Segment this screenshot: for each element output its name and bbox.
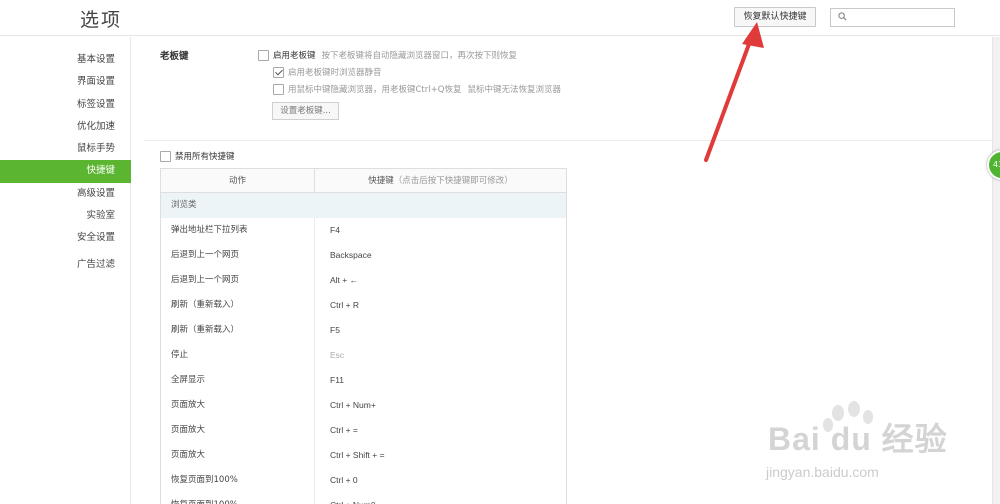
sidebar-item-optimize[interactable]: 优化加速 xyxy=(0,116,131,138)
shortcut-key[interactable]: Backspace xyxy=(315,243,566,268)
shortcut-action: 页面放大 xyxy=(161,418,315,443)
disable-all-shortcuts-checkbox[interactable] xyxy=(160,150,171,162)
sidebar-item-shortcuts[interactable]: 快捷键 xyxy=(0,160,131,183)
search-input[interactable] xyxy=(830,8,955,27)
shortcut-key[interactable]: F4 xyxy=(315,218,566,243)
shortcut-action: 恢复页面到100% xyxy=(161,468,315,493)
shortcut-key[interactable]: Ctrl + R xyxy=(315,293,566,318)
sidebar-item-mouse-gestures[interactable]: 鼠标手势 xyxy=(0,138,131,160)
boss-key-mute-row: 启用老板键时浏览器静音 xyxy=(273,66,382,78)
boss-key-middle-click-row: 用鼠标中键隐藏浏览器，用老板键Ctrl+Q恢复 鼠标中键无法恢复浏览器 xyxy=(273,83,561,95)
boss-key-middle-click-checkbox[interactable] xyxy=(273,83,284,95)
sidebar-list: 基本设置 界面设置 标签设置 优化加速 鼠标手势 快捷键 高级设置 实验室 安全… xyxy=(0,49,131,276)
shortcut-key[interactable]: F11 xyxy=(315,368,566,393)
shortcut-key[interactable]: Ctrl + = xyxy=(315,418,566,443)
shortcut-key[interactable]: Esc xyxy=(315,343,566,368)
disable-all-shortcuts-label: 禁用所有快捷键 xyxy=(175,152,235,162)
boss-key-settings-button[interactable]: 设置老板键... xyxy=(272,102,339,120)
column-header-shortcut: 快捷键（点击后按下快捷键即可修改） xyxy=(315,169,566,192)
page-title: 选项 xyxy=(80,9,123,31)
table-row: 停止 Esc xyxy=(161,343,566,368)
table-row: 刷新（重新载入） F5 xyxy=(161,318,566,343)
shortcut-key[interactable]: Ctrl + Num0 xyxy=(315,493,566,504)
boss-key-middle-click-hint: 鼠标中键无法恢复浏览器 xyxy=(467,85,561,95)
sidebar-item-ad-filter[interactable]: 广告过滤 xyxy=(0,254,131,276)
vertical-scrollbar[interactable] xyxy=(992,37,1000,504)
boss-key-enable-checkbox[interactable] xyxy=(258,49,269,61)
column-header-shortcut-note: （点击后按下快捷键即可修改） xyxy=(393,176,513,186)
shortcut-table: 动作 快捷键（点击后按下快捷键即可修改） 浏览类 弹出地址栏下拉列表 F4 后退到上… xyxy=(160,168,567,504)
watermark-url: jingyan.baidu.com xyxy=(766,464,879,480)
annotation-arrow-icon xyxy=(704,22,764,162)
table-row: 页面放大 Ctrl + Shift + = xyxy=(161,443,566,468)
table-row: 刷新（重新载入） Ctrl + R xyxy=(161,293,566,318)
sidebar: 基本设置 界面设置 标签设置 优化加速 鼠标手势 快捷键 高级设置 实验室 安全… xyxy=(0,37,131,504)
shortcut-key[interactable]: F5 xyxy=(315,318,566,343)
shortcut-action: 页面放大 xyxy=(161,443,315,468)
sidebar-item-basic[interactable]: 基本设置 xyxy=(0,49,131,71)
table-row: 后退到上一个网页 Alt + ← xyxy=(161,268,566,293)
boss-key-section-label: 老板键 xyxy=(160,51,189,62)
boss-key-enable-row: 启用老板键 按下老板键将自动隐藏浏览器窗口，再次按下则恢复 xyxy=(258,49,517,61)
table-row: 页面放大 Ctrl + Num+ xyxy=(161,393,566,418)
table-row: 页面放大 Ctrl + = xyxy=(161,418,566,443)
table-row: 恢复页面到100%Ctrl + Num0 xyxy=(161,493,566,504)
shortcut-action: 刷新（重新载入） xyxy=(161,293,315,318)
sidebar-item-tabs[interactable]: 标签设置 xyxy=(0,94,131,116)
table-category-browse: 浏览类 xyxy=(161,193,566,218)
column-header-shortcut-label: 快捷键 xyxy=(368,176,394,186)
watermark-text: Bai du 经验 xyxy=(768,421,948,457)
column-header-action: 动作 xyxy=(161,169,315,192)
shortcut-action: 全屏显示 xyxy=(161,368,315,393)
sidebar-item-lab[interactable]: 实验室 xyxy=(0,205,131,227)
sidebar-item-interface[interactable]: 界面设置 xyxy=(0,71,131,93)
table-row: 后退到上一个网页 Backspace xyxy=(161,243,566,268)
table-header: 动作 快捷键（点击后按下快捷键即可修改） xyxy=(161,169,566,193)
shortcut-action: 停止 xyxy=(161,343,315,368)
boss-key-enable-hint: 按下老板键将自动隐藏浏览器窗口，再次按下则恢复 xyxy=(321,51,518,61)
shortcut-key[interactable]: Ctrl + Num+ xyxy=(315,393,566,418)
shortcut-action: 刷新（重新载入） xyxy=(161,318,315,343)
table-row: 弹出地址栏下拉列表 F4 xyxy=(161,218,566,243)
shortcut-action: 页面放大 xyxy=(161,393,315,418)
boss-key-mute-checkbox[interactable] xyxy=(273,66,284,78)
shortcut-key[interactable]: Ctrl + 0 xyxy=(315,468,566,493)
sidebar-item-security[interactable]: 安全设置 xyxy=(0,227,131,249)
shortcut-action: 恢复页面到100% xyxy=(161,493,315,504)
shortcut-action: 后退到上一个网页 xyxy=(161,243,315,268)
divider xyxy=(144,140,992,141)
table-row: 恢复页面到100% Ctrl + 0 xyxy=(161,468,566,493)
search-icon xyxy=(838,12,847,21)
sidebar-item-advanced[interactable]: 高级设置 xyxy=(0,183,131,205)
disable-all-shortcuts-row: 禁用所有快捷键 xyxy=(160,150,235,162)
shortcut-key[interactable]: Ctrl + Shift + = xyxy=(315,443,566,468)
shortcut-action: 后退到上一个网页 xyxy=(161,268,315,293)
boss-key-mute-label: 启用老板键时浏览器静音 xyxy=(288,68,382,78)
boss-key-enable-label: 启用老板键 xyxy=(273,51,316,61)
table-row: 全屏显示 F11 xyxy=(161,368,566,393)
header: 选项 恢复默认快捷键 xyxy=(0,0,1000,36)
shortcut-key[interactable]: Alt + ← xyxy=(315,268,566,293)
shortcut-action: 弹出地址栏下拉列表 xyxy=(161,218,315,243)
boss-key-middle-click-label: 用鼠标中键隐藏浏览器，用老板键Ctrl+Q恢复 xyxy=(288,85,462,95)
